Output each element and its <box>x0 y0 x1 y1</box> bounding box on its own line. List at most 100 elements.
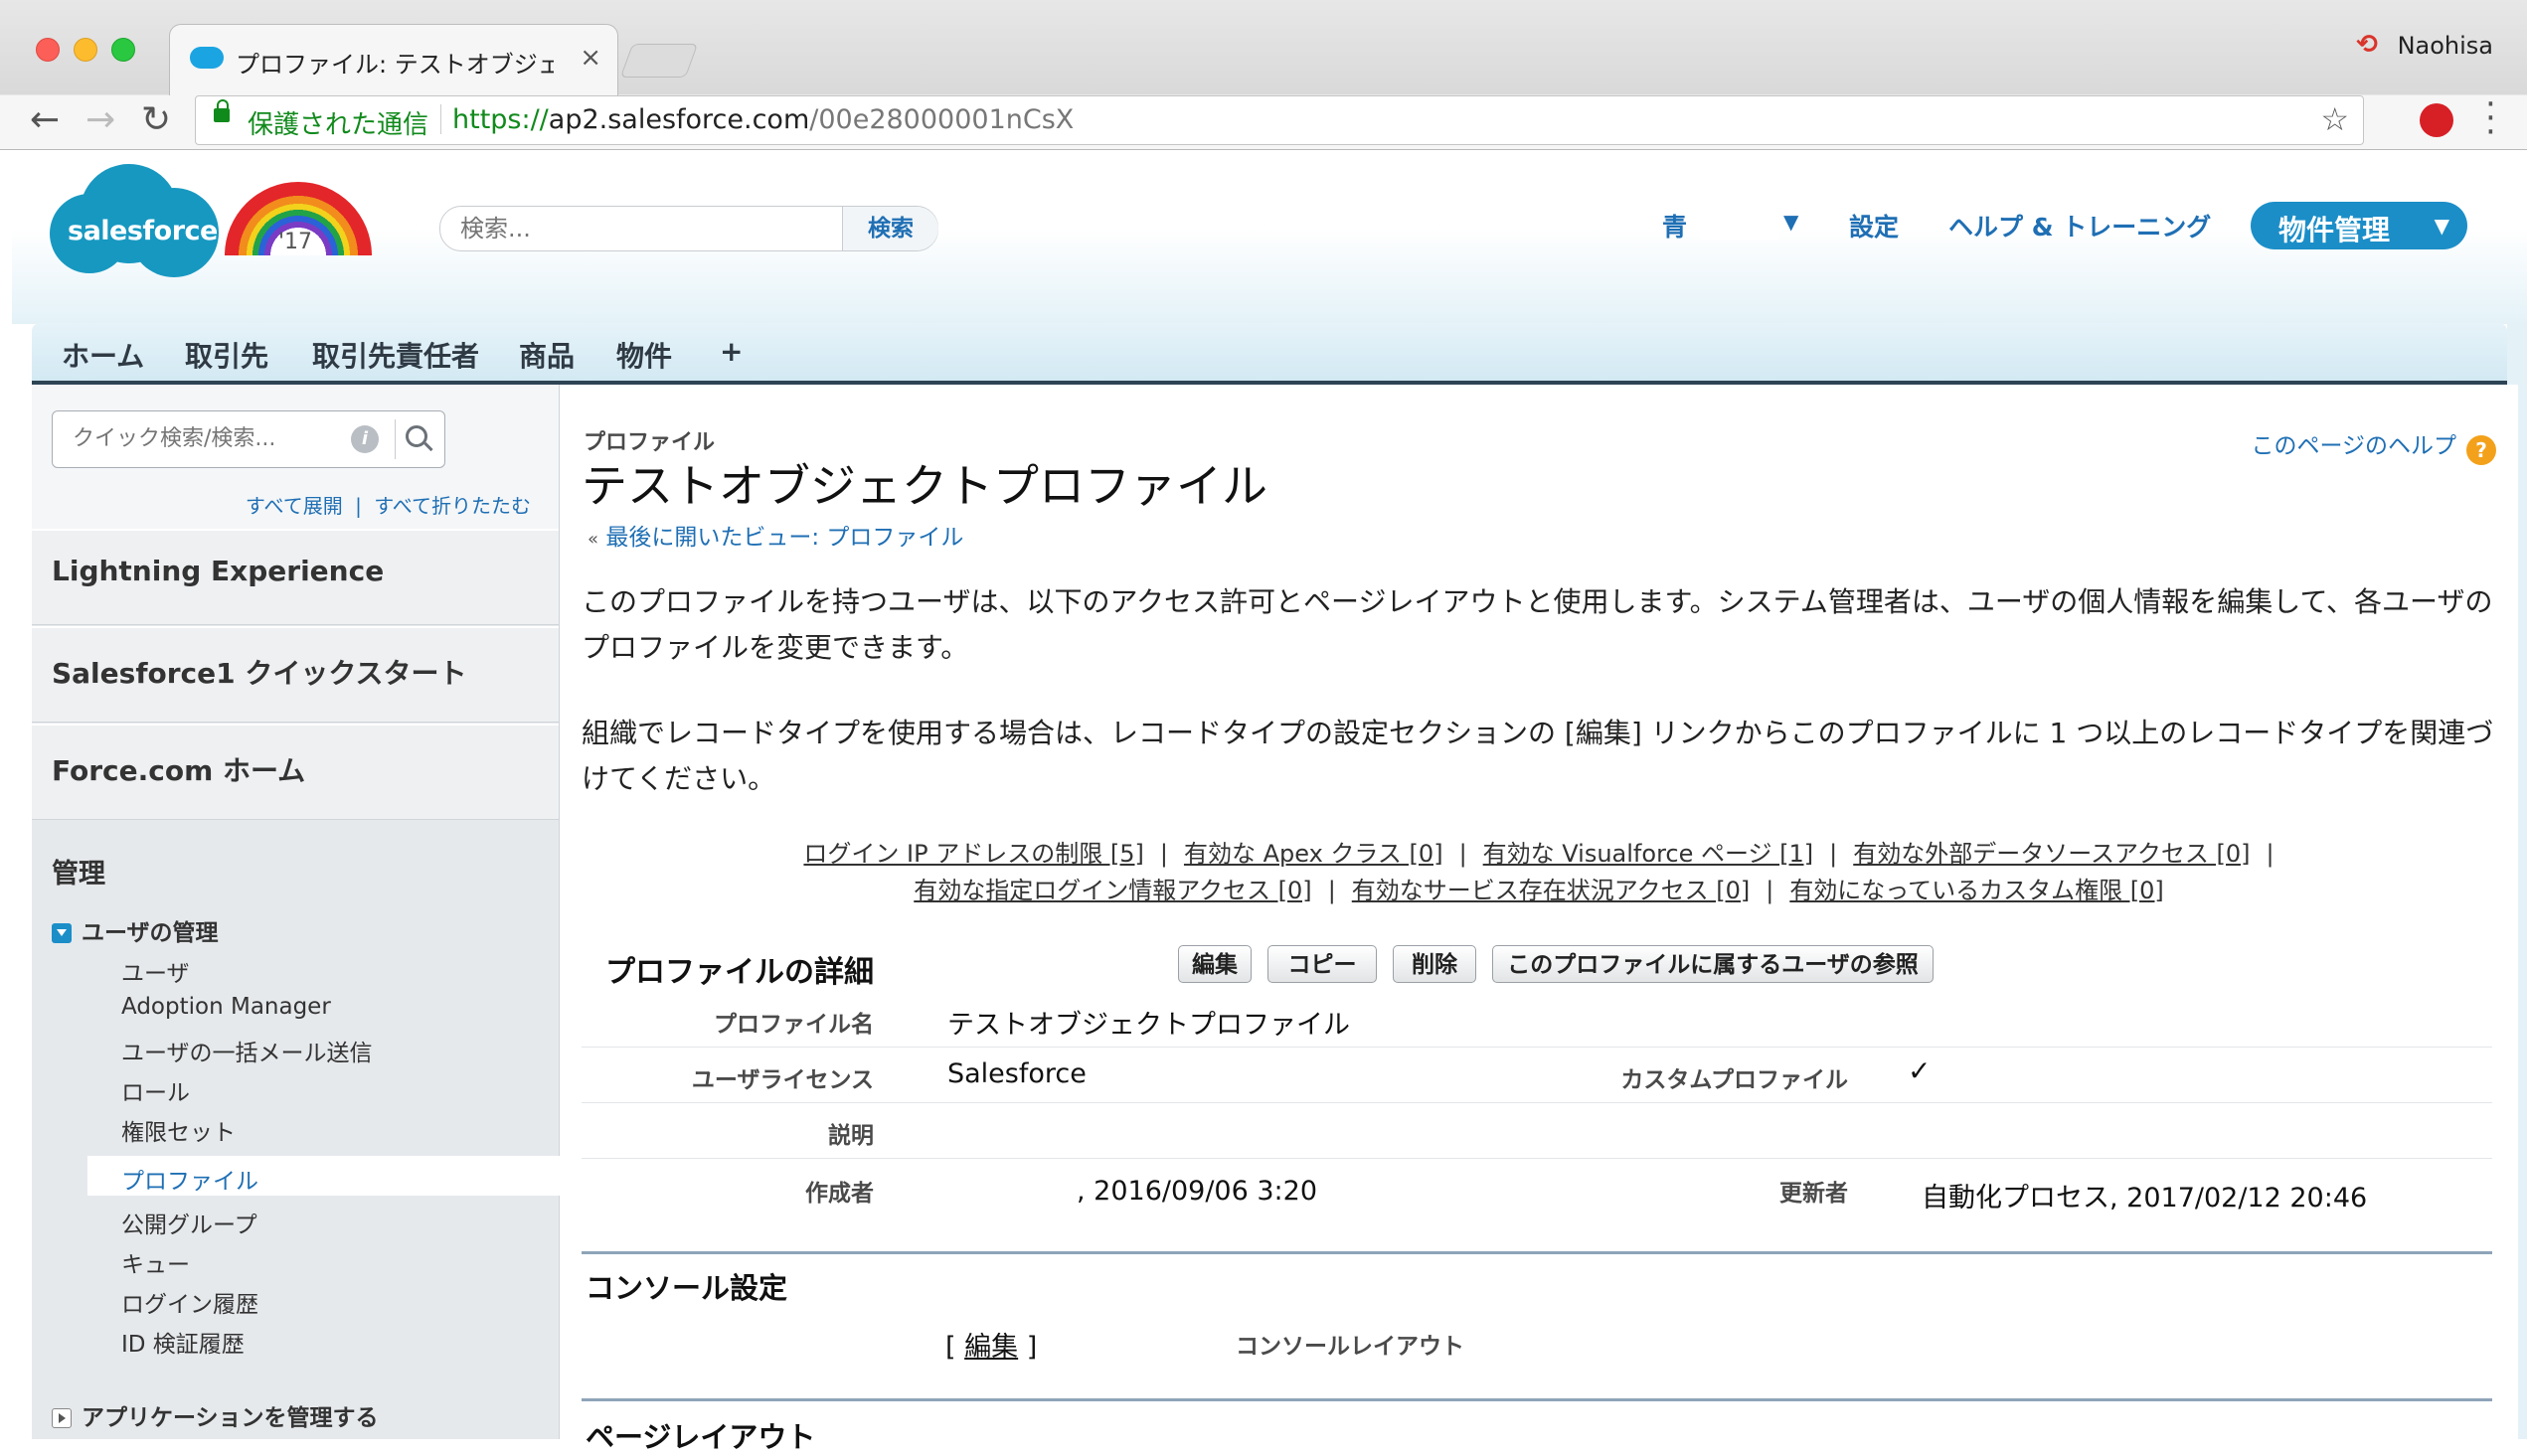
user-menu[interactable]: 青 <box>1662 208 1687 243</box>
link-named-credentials[interactable]: 有効な指定ログイン情報アクセス [0] <box>914 877 1311 904</box>
sidebar-section-label: Lightning Experience <box>52 555 385 587</box>
address-bar[interactable]: 保護された通信 https://ap2.salesforce.com/00e28… <box>195 95 2364 145</box>
tab-add-icon[interactable]: + <box>720 335 743 368</box>
sidebar-item-login-history[interactable]: ログイン履歴 <box>121 1285 258 1319</box>
related-links-row-2: 有効な指定ログイン情報アクセス [0] | 有効なサービス存在状況アクセス [0] |… <box>560 871 2518 905</box>
sidebar-item-users[interactable]: ユーザ <box>121 954 190 988</box>
field-label-custom-profile: カスタムプロファイル <box>1620 1067 1848 1093</box>
link-custom-permissions[interactable]: 有効になっているカスタム権限 [0] <box>1789 877 2163 904</box>
delete-button[interactable]: 削除 <box>1393 945 1476 983</box>
tab-properties[interactable]: 物件 <box>616 335 672 375</box>
close-tab-icon[interactable]: × <box>580 43 601 73</box>
setup-link[interactable]: 設定 <box>1849 208 1899 243</box>
sidebar-item-permission-sets[interactable]: 権限セット <box>121 1113 236 1147</box>
reload-icon[interactable]: ↻ <box>141 99 171 140</box>
field-value-user-license: Salesforce <box>947 1058 1087 1089</box>
link-service-presence[interactable]: 有効なサービス存在状況アクセス [0] <box>1352 877 1750 904</box>
maximize-window-button[interactable] <box>111 38 135 62</box>
info-icon[interactable]: i <box>351 425 379 453</box>
back-arrow-icon[interactable]: ← <box>30 99 60 140</box>
tab-contacts[interactable]: 取引先責任者 <box>312 335 479 375</box>
minimize-window-button[interactable] <box>74 38 97 62</box>
user-menu-caret-icon[interactable]: ▼ <box>1783 210 1798 234</box>
extension-icon[interactable] <box>2420 103 2453 137</box>
view-users-button[interactable]: このプロファイルに属するユーザの参照 <box>1492 945 1934 983</box>
sidebar-item-queues[interactable]: キュー <box>121 1245 190 1279</box>
main-content: プロファイル テストオブジェクトプロファイル « 最後に開いたビュー: プロファ… <box>560 385 2518 1454</box>
logo-text: salesforce <box>68 216 218 246</box>
sidebar-group-user-management[interactable]: ユーザの管理 <box>52 913 219 947</box>
collapse-toggle-icon[interactable] <box>52 923 72 943</box>
link-separator: | <box>1829 840 1838 868</box>
tab-title: プロファイル: テストオブジェクト <box>236 51 554 79</box>
sidebar-item-identity-verification[interactable]: ID 検証履歴 <box>121 1325 245 1359</box>
field-value-profile-name: テストオブジェクトプロファイル <box>947 1010 1350 1041</box>
link-external-data-sources[interactable]: 有効な外部データソースアクセス [0] <box>1853 840 2250 868</box>
quick-find-input[interactable] <box>71 425 343 452</box>
profile-sync-icon[interactable]: ⟲ <box>2356 30 2378 60</box>
browser-tab[interactable]: プロファイル: テストオブジェクト × <box>169 24 618 96</box>
link-separator: | <box>2266 840 2274 868</box>
link-separator: | <box>1159 840 1168 868</box>
expand-all-link[interactable]: すべて展開 <box>246 494 343 518</box>
sidebar-group-label: ユーザの管理 <box>82 920 219 946</box>
url-host: ap2.salesforce.com <box>548 104 810 135</box>
sidebar-item-public-groups[interactable]: 公開グループ <box>121 1206 257 1239</box>
salesforce-header: salesforce '17 検索 青 ▼ 設定 ヘルプ & トレーニング 物件… <box>12 150 2527 324</box>
tab-products[interactable]: 商品 <box>519 335 575 375</box>
sidebar-section-salesforce1[interactable]: Salesforce1 クイックスタート <box>32 626 559 723</box>
sidebar-item-roles[interactable]: ロール <box>121 1073 190 1107</box>
back-to-list-link[interactable]: 最後に開いたビュー: プロファイル <box>605 525 963 551</box>
clone-button[interactable]: コピー <box>1267 945 1377 983</box>
help-training-link[interactable]: ヘルプ & トレーニング <box>1948 208 2211 243</box>
browser-menu-icon[interactable]: · · · <box>2485 87 2496 149</box>
app-switcher-caret-icon: ▼ <box>2434 214 2449 238</box>
sidebar-section-forcecom[interactable]: Force.com ホーム <box>32 724 559 820</box>
bookmark-star-icon[interactable]: ☆ <box>2320 100 2349 138</box>
tab-home[interactable]: ホーム <box>62 335 144 375</box>
sidebar-section-lightning[interactable]: Lightning Experience <box>32 529 559 625</box>
lock-icon <box>214 99 230 122</box>
expand-toggle-icon[interactable] <box>52 1408 72 1428</box>
global-search-button[interactable]: 検索 <box>842 207 938 250</box>
browser-profile-name[interactable]: Naohisa <box>2398 32 2493 60</box>
expand-collapse-links: すべて展開 | すべて折りたたむ <box>246 490 531 519</box>
field-value-modified-by: 自動化プロセス, 2017/02/12 20:46 <box>1922 1183 2368 1213</box>
sidebar-item-adoption-manager[interactable]: Adoption Manager <box>121 994 331 1020</box>
global-search-input[interactable] <box>458 213 820 244</box>
link-apex-classes[interactable]: 有効な Apex クラス [0] <box>1184 840 1443 868</box>
close-window-button[interactable] <box>36 38 60 62</box>
field-label-created-by: 作成者 <box>805 1181 874 1207</box>
expand-collapse-separator: | <box>355 494 362 518</box>
url-text[interactable]: https://ap2.salesforce.com/00e28000001nC… <box>452 104 1074 135</box>
browser-toolbar: ← → ↻ 保護された通信 https://ap2.salesforce.com… <box>0 95 2527 149</box>
field-label-user-license: ユーザライセンス <box>691 1067 874 1093</box>
console-layout-close-bracket: ] <box>1026 1332 1038 1363</box>
console-layout-edit-link[interactable]: 編集 <box>964 1332 1018 1363</box>
section-divider <box>582 1398 2492 1401</box>
salesforce-logo[interactable]: salesforce <box>50 164 219 279</box>
page-layouts-heading: ページレイアウト <box>586 1420 816 1454</box>
app-switcher-label: 物件管理 <box>2278 214 2391 246</box>
detail-row-description: 説明 <box>582 1102 2492 1159</box>
help-question-icon: ? <box>2466 435 2496 465</box>
console-layout-edit: [ 編集 ] <box>945 1325 1037 1364</box>
sidebar-group-manage-apps[interactable]: アプリケーションを管理する <box>52 1398 379 1432</box>
edit-button[interactable]: 編集 <box>1178 945 1252 983</box>
link-visualforce-pages[interactable]: 有効な Visualforce ページ [1] <box>1483 840 1813 868</box>
tab-accounts[interactable]: 取引先 <box>185 335 268 375</box>
app-switcher-button[interactable]: 物件管理 ▼ <box>2251 202 2467 249</box>
sidebar-item-mass-email[interactable]: ユーザの一括メール送信 <box>121 1034 373 1067</box>
link-separator: | <box>1327 877 1336 904</box>
forward-arrow-icon[interactable]: → <box>85 99 115 140</box>
help-for-page[interactable]: このページのヘルプ? <box>2251 426 2496 465</box>
collapse-all-link[interactable]: すべて折りたたむ <box>374 494 531 518</box>
link-login-ip-ranges[interactable]: ログイン IP アドレスの制限 [5] <box>803 840 1143 868</box>
sidebar-item-profiles[interactable]: プロファイル <box>87 1156 561 1196</box>
salesforce-favicon-icon <box>190 47 224 69</box>
detail-row-created-modified: 作成者 , 2016/09/06 3:20 更新者 自動化プロセス, 2017/… <box>582 1158 2492 1221</box>
new-tab-button[interactable] <box>619 44 699 78</box>
search-icon[interactable] <box>395 419 435 459</box>
rainbow-logo-icon: '17 <box>225 182 372 255</box>
secure-connection-label[interactable]: 保護された通信 <box>248 104 428 141</box>
